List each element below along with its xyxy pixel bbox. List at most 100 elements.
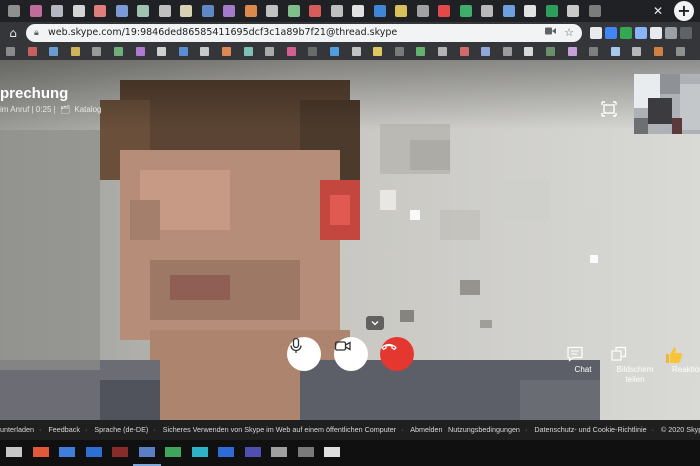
bookmark-item-icon[interactable]	[70, 47, 80, 56]
lock-icon[interactable]: 🔒︎	[34, 27, 39, 39]
chat-button[interactable]: Chat	[566, 345, 600, 375]
reactions-button[interactable]: Reaktion	[664, 345, 700, 375]
tab-favicon-icon[interactable]	[72, 5, 85, 17]
tab-favicon-icon[interactable]	[158, 5, 171, 17]
footer-link-public-computer[interactable]: Sicheres Verwenden von Skype im Web auf …	[163, 425, 396, 434]
extension-icon[interactable]	[635, 27, 647, 39]
bookmark-star-icon[interactable]: ☆	[564, 25, 574, 41]
bookmark-item-icon[interactable]	[157, 47, 167, 56]
tab-close-icon[interactable]: ✕	[650, 3, 666, 19]
tab-favicon-icon[interactable]	[223, 5, 235, 17]
footer-link-feedback[interactable]: Feedback	[48, 425, 80, 434]
extension-icon[interactable]	[650, 27, 662, 39]
bookmark-item-icon[interactable]	[6, 47, 15, 56]
tab-favicon-icon[interactable]	[137, 5, 149, 17]
tab-favicon-icon[interactable]	[395, 5, 407, 17]
tab-favicon-icon[interactable]	[459, 5, 472, 17]
tab-favicon-icon[interactable]	[416, 5, 429, 17]
footer-link-signout[interactable]: Abmelden	[410, 425, 442, 434]
taskbar-app-icon[interactable]	[32, 447, 49, 457]
bookmark-item-icon[interactable]	[243, 47, 253, 56]
tab-favicon-icon[interactable]	[545, 5, 558, 17]
bookmark-item-icon[interactable]	[49, 47, 59, 56]
share-screen-button[interactable]: Bildschirm teilen	[610, 345, 660, 385]
taskbar-app-icon[interactable]	[85, 447, 102, 457]
new-tab-button[interactable]: +	[674, 1, 694, 21]
extension-icon[interactable]	[665, 27, 677, 39]
camera-in-use-icon[interactable]	[545, 26, 556, 40]
footer-link-language[interactable]: Sprache (de-DE)	[94, 425, 148, 434]
taskbar-app-icon[interactable]	[112, 447, 128, 457]
bookmark-item-icon[interactable]	[610, 47, 620, 56]
taskbar-app-icon[interactable]	[244, 447, 261, 457]
home-icon[interactable]: ⌂	[5, 25, 21, 41]
bookmark-item-icon[interactable]	[654, 47, 663, 56]
taskbar-app-icon[interactable]	[6, 447, 22, 457]
tab-favicon-icon[interactable]	[51, 5, 63, 17]
bookmark-item-icon[interactable]	[200, 47, 210, 56]
bookmark-item-icon[interactable]	[265, 47, 275, 56]
taskbar-app-icon[interactable]	[191, 447, 208, 457]
bookmark-item-icon[interactable]	[524, 47, 534, 56]
footer-link-privacy[interactable]: Datenschutz- und Cookie-Richtlinie	[534, 425, 646, 434]
tab-favicon-icon[interactable]	[94, 5, 106, 17]
bookmark-item-icon[interactable]	[373, 47, 383, 56]
bookmark-item-icon[interactable]	[589, 47, 599, 56]
bookmark-item-icon[interactable]	[567, 47, 577, 56]
taskbar-app-icon[interactable]	[297, 447, 314, 457]
tab-favicon-icon[interactable]	[115, 5, 128, 17]
taskbar-app-icon[interactable]	[138, 447, 155, 457]
footer-link-terms[interactable]: Nutzungsbedingungen	[448, 425, 520, 434]
tab-favicon-icon[interactable]	[373, 5, 386, 17]
bookmark-item-icon[interactable]	[114, 47, 123, 56]
taskbar-app-icon[interactable]	[59, 447, 75, 457]
address-bar[interactable]: 🔒︎ web.skype.com/19:9846ded86585411695dc…	[26, 24, 582, 42]
extension-icon[interactable]	[620, 27, 632, 39]
tab-favicon-icon[interactable]	[502, 5, 515, 17]
bookmark-item-icon[interactable]	[438, 47, 447, 56]
bookmark-item-icon[interactable]	[178, 47, 188, 56]
extension-icon[interactable]	[590, 27, 602, 39]
extension-icon[interactable]	[605, 27, 617, 39]
bookmark-item-icon[interactable]	[394, 47, 404, 56]
tab-favicon-icon[interactable]	[481, 5, 493, 17]
bookmark-item-icon[interactable]	[92, 47, 102, 56]
tab-favicon-icon[interactable]	[201, 5, 214, 17]
bookmark-item-icon[interactable]	[546, 47, 555, 56]
bookmark-item-icon[interactable]	[135, 47, 145, 56]
bookmark-item-icon[interactable]	[222, 47, 231, 56]
bookmark-item-icon[interactable]	[502, 47, 512, 56]
tab-favicon-icon[interactable]	[438, 5, 450, 17]
bookmark-item-icon[interactable]	[675, 47, 685, 56]
tab-favicon-icon[interactable]	[244, 5, 257, 17]
bookmark-item-icon[interactable]	[286, 47, 296, 56]
toggle-camera-button[interactable]	[334, 337, 368, 371]
bookmark-item-icon[interactable]	[416, 47, 426, 56]
tab-favicon-icon[interactable]	[352, 5, 364, 17]
tab-favicon-icon[interactable]	[309, 5, 321, 17]
bookmark-item-icon[interactable]	[481, 47, 491, 56]
bookmark-item-icon[interactable]	[27, 47, 37, 56]
end-call-button[interactable]	[380, 337, 414, 371]
extension-icon[interactable]	[680, 27, 692, 39]
tab-favicon-icon[interactable]	[8, 5, 20, 17]
mute-microphone-button[interactable]	[287, 337, 321, 371]
taskbar-app-icon[interactable]	[324, 447, 340, 457]
footer-link-download[interactable]: unterladen	[0, 425, 34, 434]
address-bar-url[interactable]: web.skype.com/19:9846ded86585411695dcf3c…	[48, 26, 397, 40]
tab-favicon-icon[interactable]	[266, 5, 278, 17]
device-settings-chevron-icon[interactable]	[366, 316, 384, 330]
tab-favicon-icon[interactable]	[567, 5, 579, 17]
taskbar-app-icon[interactable]	[218, 447, 234, 457]
tab-favicon-icon[interactable]	[524, 5, 536, 17]
bookmark-item-icon[interactable]	[330, 47, 339, 56]
bookmark-item-icon[interactable]	[459, 47, 469, 56]
tab-favicon-icon[interactable]	[330, 5, 343, 17]
bookmark-item-icon[interactable]	[308, 47, 318, 56]
taskbar-app-icon[interactable]	[165, 447, 181, 457]
tab-favicon-icon[interactable]	[287, 5, 300, 17]
tab-favicon-icon[interactable]	[588, 5, 601, 17]
bookmark-item-icon[interactable]	[632, 47, 642, 56]
tab-favicon-icon[interactable]	[29, 5, 42, 17]
taskbar-app-icon[interactable]	[271, 447, 287, 457]
